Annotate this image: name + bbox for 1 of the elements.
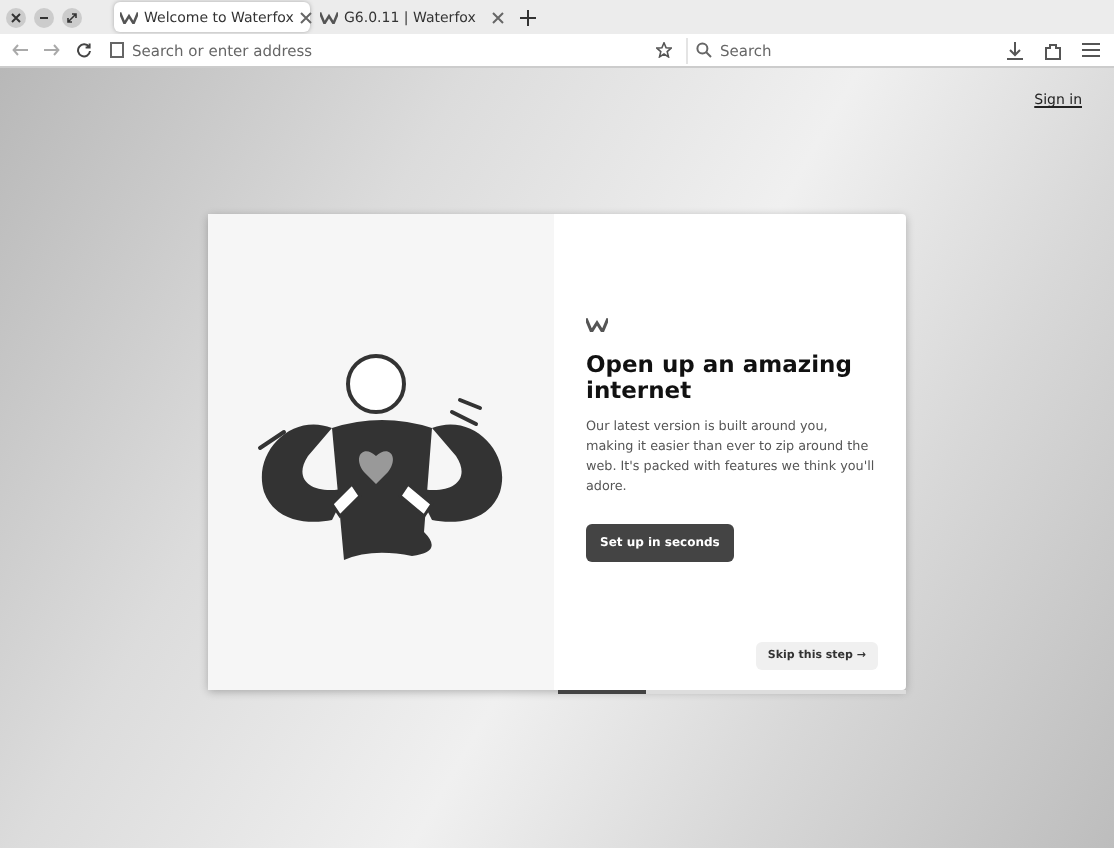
- card-title: Open up an amazing internet: [586, 352, 854, 404]
